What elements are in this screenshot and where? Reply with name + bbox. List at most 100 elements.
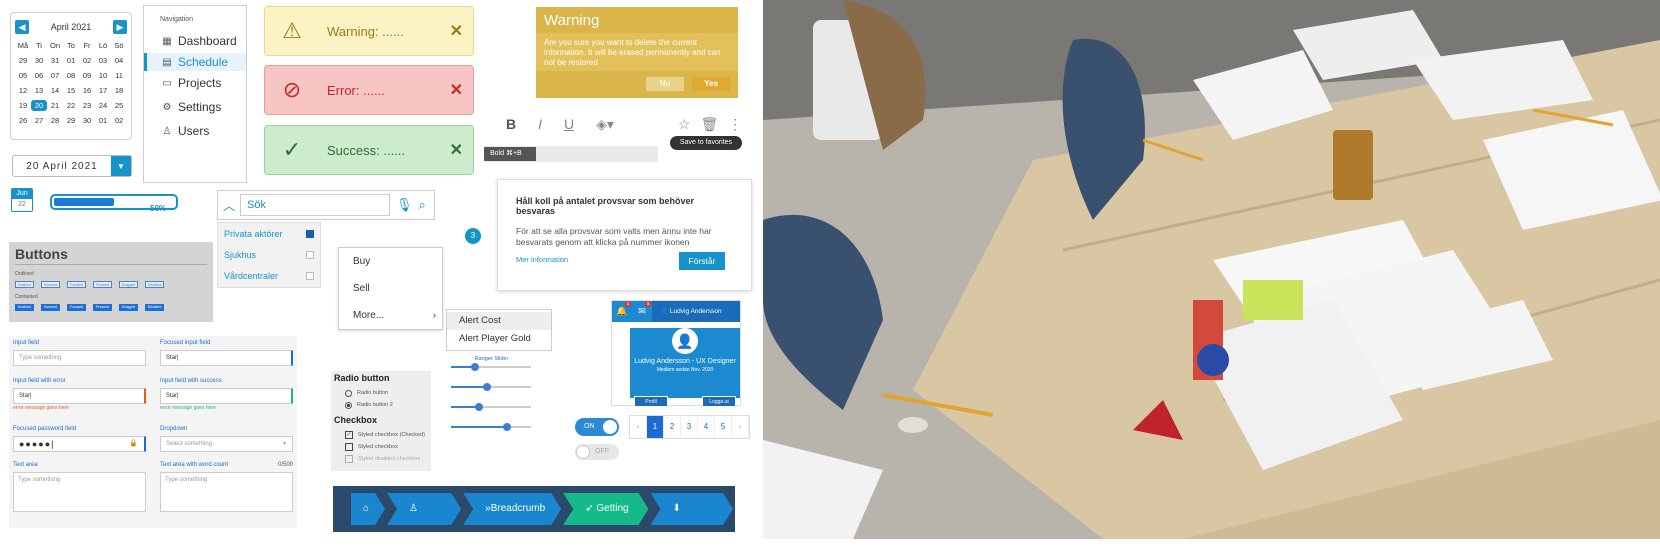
- sample-button-enabled[interactable]: Enabled: [15, 281, 34, 288]
- error-input[interactable]: Star|: [13, 388, 146, 404]
- no-button[interactable]: No: [646, 77, 684, 91]
- crumb-projects[interactable]: ♙ Projects: [387, 493, 461, 525]
- checkbox-option[interactable]: Styled checkbox: [345, 441, 428, 453]
- date-picker[interactable]: 20 April 2021 ▼: [12, 155, 132, 177]
- calendar-day[interactable]: 15: [63, 85, 79, 96]
- fill-color-icon[interactable]: ◈▾: [596, 116, 614, 133]
- password-input[interactable]: ●●●●●| 🔒: [13, 436, 146, 452]
- focused-input[interactable]: Star|: [160, 350, 293, 366]
- sample-button-disabled[interactable]: Disabled: [145, 304, 164, 311]
- toggle-on[interactable]: ON: [575, 418, 619, 436]
- chevron-up-icon[interactable]: ︿: [218, 197, 240, 214]
- range-slider[interactable]: [451, 423, 531, 431]
- calendar-day[interactable]: 13: [31, 85, 47, 96]
- underline-icon[interactable]: U: [564, 116, 574, 132]
- star-icon[interactable]: ☆: [678, 116, 691, 133]
- toggle-off[interactable]: OFF: [575, 444, 619, 460]
- crumb-getting-started[interactable]: ➶ Getting started: [563, 493, 648, 525]
- yes-button[interactable]: Yes: [692, 77, 730, 91]
- sample-button-focused[interactable]: Focused: [67, 281, 86, 288]
- more-info-link[interactable]: Mer information: [516, 255, 568, 264]
- calendar-day[interactable]: 02: [111, 115, 127, 126]
- sample-button-hovered[interactable]: Hovered: [41, 304, 60, 311]
- profile-button[interactable]: Profil: [634, 396, 668, 407]
- calendar-day[interactable]: 11: [111, 70, 127, 81]
- calendar-day[interactable]: 23: [79, 100, 95, 111]
- next-month-button[interactable]: ▶: [113, 20, 127, 34]
- calendar-day[interactable]: 04: [111, 55, 127, 66]
- range-slider[interactable]: [451, 363, 531, 371]
- radio-option[interactable]: Radio button: [345, 387, 428, 399]
- text-area[interactable]: Type something: [13, 472, 146, 512]
- calendar-day-selected[interactable]: 20: [31, 100, 47, 111]
- filter-option[interactable]: Vårdcentraler: [218, 265, 320, 286]
- calendar-day[interactable]: 12: [15, 85, 31, 96]
- calendar-day[interactable]: 25: [111, 100, 127, 111]
- chevron-down-icon[interactable]: ▼: [111, 156, 131, 176]
- radio-option[interactable]: Radio button 2: [345, 399, 428, 411]
- step-badge[interactable]: 3: [465, 228, 481, 244]
- sample-button-pressed[interactable]: Pressed: [93, 304, 112, 311]
- italic-icon[interactable]: I: [538, 116, 542, 132]
- calendar-day[interactable]: 18: [111, 85, 127, 96]
- sample-button-disabled[interactable]: Disabled: [145, 281, 164, 288]
- submenu-item[interactable]: Alert Player Gold: [447, 330, 551, 348]
- calendar-day[interactable]: 28: [47, 115, 63, 126]
- crumb-breadcrumb[interactable]: »Breadcrumb: [463, 493, 561, 525]
- calendar-day[interactable]: 30: [79, 115, 95, 126]
- slider-knob[interactable]: [483, 383, 491, 391]
- bold-icon[interactable]: B: [506, 116, 516, 132]
- nav-item-projects[interactable]: ▭ Projects: [144, 71, 246, 95]
- close-icon[interactable]: ✕: [450, 140, 463, 160]
- crumb-download[interactable]: ⬇ Download: [651, 493, 733, 525]
- page-button[interactable]: 5: [715, 416, 732, 438]
- mail-icon[interactable]: ✉ 3: [632, 301, 652, 317]
- nav-item-users[interactable]: ♙ Users: [144, 119, 246, 143]
- search-icon[interactable]: ⌕: [419, 197, 426, 213]
- dropdown-select[interactable]: Select something ▾: [160, 436, 293, 452]
- calendar-day[interactable]: 17: [95, 85, 111, 96]
- calendar-day[interactable]: 27: [31, 115, 47, 126]
- calendar-day[interactable]: 30: [31, 55, 47, 66]
- menu-item-buy[interactable]: Buy: [339, 248, 442, 275]
- nav-item-settings[interactable]: ⚙ Settings: [144, 95, 246, 119]
- prev-page-button[interactable]: ‹: [630, 416, 647, 438]
- sample-button-focused[interactable]: Focused: [67, 304, 86, 311]
- checkbox-option[interactable]: ✓ Styled checkbox (Checked): [345, 429, 428, 441]
- search-input[interactable]: [240, 194, 390, 216]
- submenu-item[interactable]: Alert Cost: [447, 312, 551, 330]
- next-page-button[interactable]: ›: [732, 416, 749, 438]
- logout-button[interactable]: Logga ut: [702, 396, 736, 407]
- calendar-day[interactable]: 19: [15, 100, 31, 111]
- calendar-day[interactable]: 03: [95, 55, 111, 66]
- home-crumb[interactable]: ⌂: [351, 493, 385, 525]
- calendar-day[interactable]: 08: [63, 70, 79, 81]
- microphone-icon[interactable]: 🎙: [396, 197, 413, 213]
- page-button[interactable]: 4: [698, 416, 715, 438]
- understand-button[interactable]: Förstår: [679, 252, 725, 270]
- user-menu[interactable]: 👤 Ludvig Andersson: [652, 301, 740, 322]
- calendar-day[interactable]: 21: [47, 100, 63, 111]
- page-button[interactable]: 2: [664, 416, 681, 438]
- sample-button-pressed[interactable]: Pressed: [93, 281, 112, 288]
- text-area-count[interactable]: Type something: [160, 472, 293, 512]
- calendar-day[interactable]: 24: [95, 100, 111, 111]
- sample-button-dragged[interactable]: Dragged: [119, 281, 138, 288]
- range-slider[interactable]: [451, 383, 531, 391]
- calendar-day[interactable]: 06: [31, 70, 47, 81]
- filter-option[interactable]: Sjukhus: [218, 244, 320, 265]
- bell-icon[interactable]: 🔔 1: [612, 301, 632, 317]
- success-input[interactable]: Star|: [160, 388, 293, 404]
- nav-item-dashboard[interactable]: ▦ Dashboard: [144, 29, 246, 53]
- calendar-day[interactable]: 09: [79, 70, 95, 81]
- calendar-day[interactable]: 01: [63, 55, 79, 66]
- slider-knob[interactable]: [475, 403, 483, 411]
- calendar-day[interactable]: 29: [15, 55, 31, 66]
- range-slider[interactable]: [451, 403, 531, 411]
- close-icon[interactable]: ✕: [450, 80, 463, 100]
- page-button[interactable]: 1: [647, 416, 664, 438]
- calendar-day[interactable]: 02: [79, 55, 95, 66]
- calendar-day[interactable]: 10: [95, 70, 111, 81]
- menu-item-sell[interactable]: Sell: [339, 275, 442, 302]
- nav-item-schedule[interactable]: ▤ Schedule: [144, 53, 246, 71]
